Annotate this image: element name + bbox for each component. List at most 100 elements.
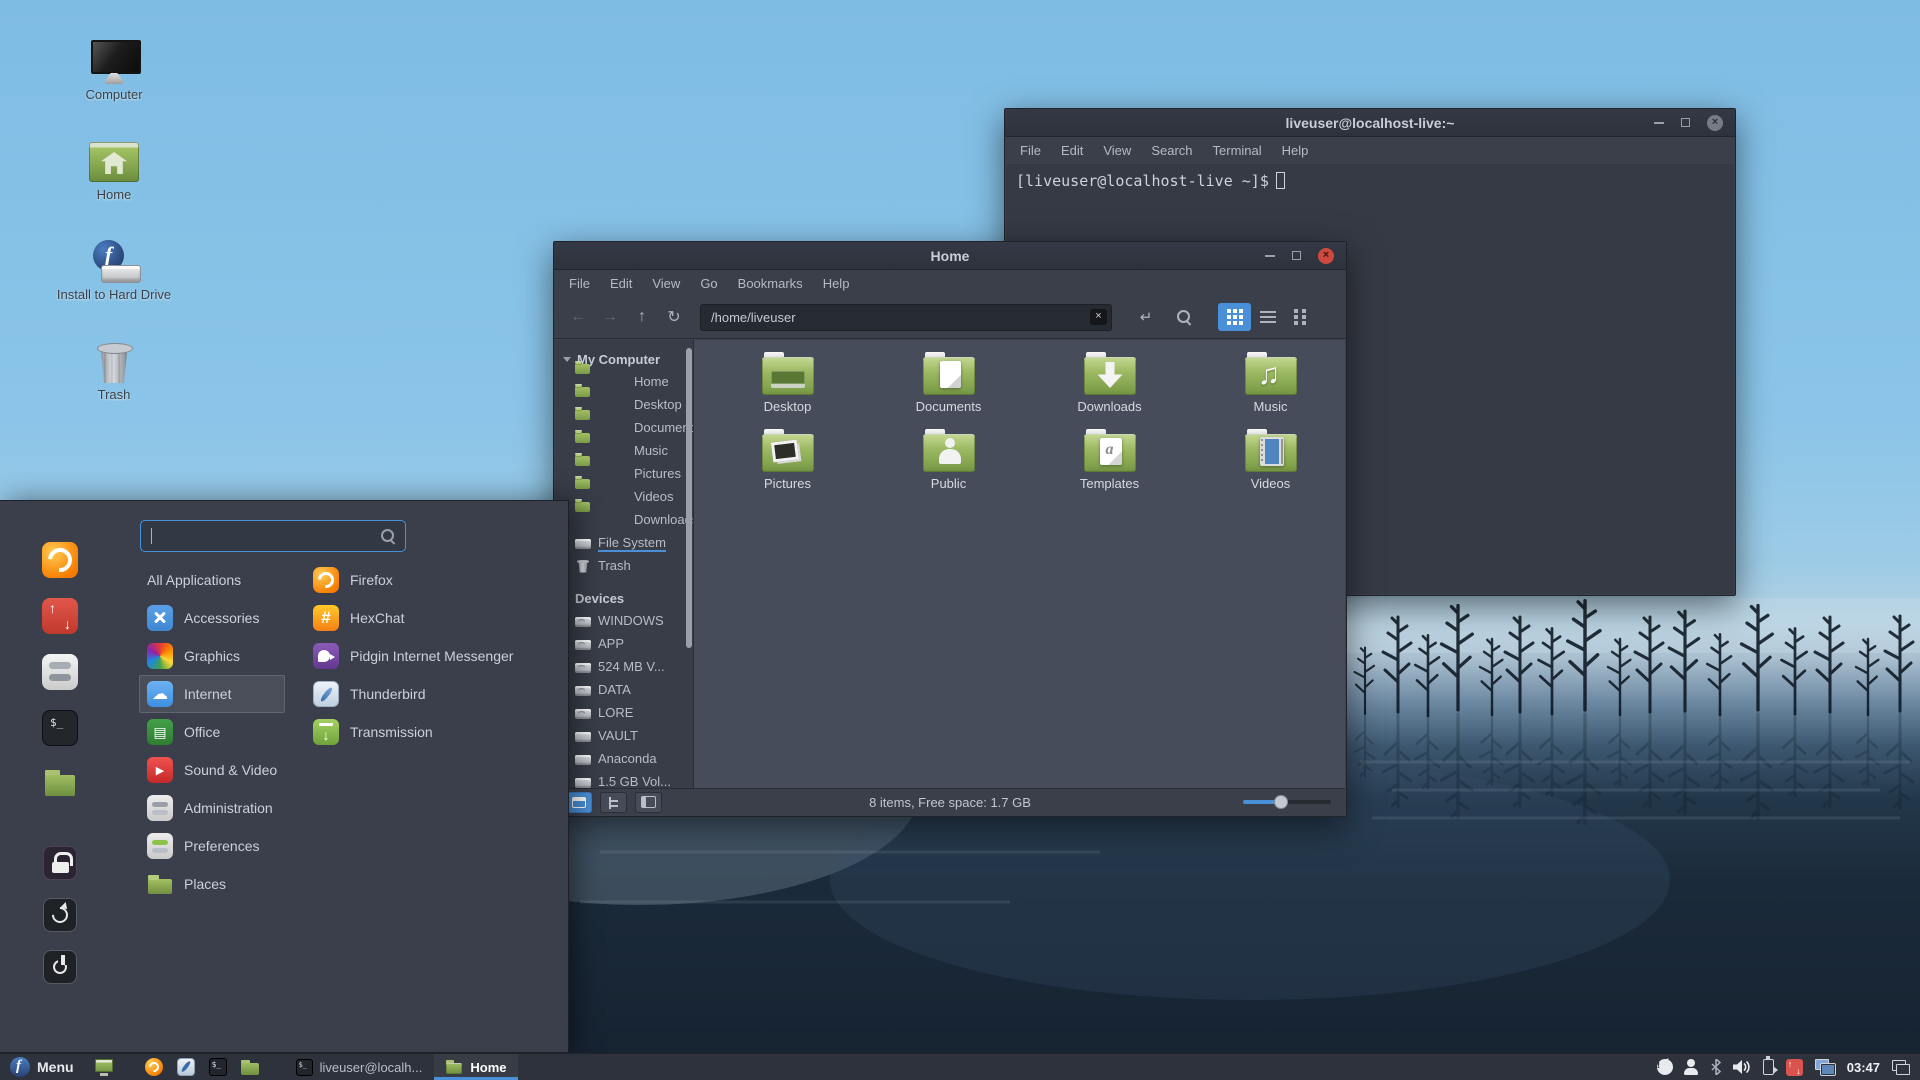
menu-app-item[interactable]: Thunderbird <box>313 675 553 713</box>
launcher-icon[interactable] <box>208 1057 228 1077</box>
minimize-button[interactable] <box>1265 254 1275 257</box>
clear-path-icon[interactable]: × <box>1090 308 1107 325</box>
menu-item[interactable]: File <box>560 274 599 293</box>
session-button-icon[interactable] <box>43 898 77 932</box>
taskbar-window-button[interactable]: Home <box>434 1054 519 1080</box>
view-mode-button[interactable] <box>1218 303 1251 331</box>
favorite-app-icon[interactable] <box>42 598 78 634</box>
desktop-icon[interactable]: Trash <box>44 340 184 402</box>
folder-item[interactable]: Music <box>1190 346 1351 423</box>
sidebar-item[interactable]: Trash <box>555 554 693 577</box>
zoom-slider-knob[interactable] <box>1274 795 1288 809</box>
close-button[interactable]: × <box>1707 114 1723 131</box>
desktop-icon[interactable]: Install to Hard Drive <box>44 240 184 302</box>
desktop-icon[interactable]: Home <box>44 140 184 202</box>
file-manager-titlebar[interactable]: Home × <box>554 242 1346 270</box>
menu-item[interactable]: View <box>643 274 689 293</box>
menu-item[interactable]: Terminal <box>1204 141 1271 160</box>
favorite-app-icon[interactable] <box>42 766 78 802</box>
nav-button[interactable] <box>660 303 688 331</box>
sidebar-scrollbar[interactable] <box>686 348 692 648</box>
menu-item[interactable]: Help <box>814 274 859 293</box>
sidebar-device-item[interactable]: WINDOWS <box>555 609 693 632</box>
sidebar-device-item[interactable]: APP <box>555 632 693 655</box>
menu-category[interactable]: Sound & Video <box>139 751 285 789</box>
nav-button[interactable] <box>596 303 624 331</box>
menu-app-item[interactable]: Firefox <box>313 561 553 599</box>
restore-button[interactable] <box>1292 251 1301 260</box>
restore-button[interactable] <box>1681 118 1690 127</box>
battery-icon[interactable] <box>1762 1056 1778 1075</box>
folder-item[interactable]: Documents <box>868 346 1029 423</box>
network-icon[interactable] <box>1814 1059 1835 1075</box>
view-mode-button[interactable] <box>1284 303 1317 331</box>
statusbar-toggle-button[interactable] <box>600 791 627 813</box>
menu-category[interactable]: All Applications <box>139 561 285 599</box>
menu-app-item[interactable]: HexChat <box>313 599 553 637</box>
nav-button[interactable] <box>564 303 592 331</box>
folder-item[interactable]: Pictures <box>707 423 868 500</box>
menu-category[interactable]: Accessories <box>139 599 285 637</box>
favorite-app-icon[interactable] <box>42 542 78 578</box>
sidebar-device-item[interactable]: LORE <box>555 701 693 724</box>
search-input[interactable] <box>140 520 406 552</box>
close-button[interactable]: × <box>1318 247 1334 264</box>
folder-item[interactable]: Public <box>868 423 1029 500</box>
menu-category[interactable]: Office <box>139 713 285 751</box>
menu-item[interactable]: Help <box>1273 141 1318 160</box>
menu-item[interactable]: View <box>1094 141 1140 160</box>
taskbar-window-button[interactable]: liveuser@localh... <box>284 1054 435 1080</box>
menu-item[interactable]: Bookmarks <box>729 274 812 293</box>
menu-category[interactable]: Administration <box>139 789 285 827</box>
sidebar-device-item[interactable]: Anaconda <box>555 747 693 770</box>
workspaces-icon[interactable] <box>1892 1059 1910 1075</box>
toggle-location-entry-icon[interactable] <box>1132 303 1160 331</box>
menu-item[interactable]: Search <box>1142 141 1201 160</box>
menu-category[interactable]: Internet <box>139 675 285 713</box>
folder-item[interactable]: Downloads <box>1029 346 1190 423</box>
sidebar-device-item[interactable]: DATA <box>555 678 693 701</box>
updates-icon[interactable] <box>1785 1058 1803 1076</box>
session-button-icon[interactable] <box>43 950 77 984</box>
menu-item[interactable]: Go <box>691 274 726 293</box>
notifications-icon[interactable]: ! 1 <box>1656 1057 1673 1075</box>
statusbar-toggle-button[interactable] <box>635 791 662 813</box>
terminal-titlebar[interactable]: liveuser@localhost-live:~ × <box>1005 109 1735 137</box>
menu-item[interactable]: File <box>1011 141 1050 160</box>
launcher-icon[interactable] <box>240 1057 260 1077</box>
search-icon[interactable] <box>1170 303 1198 331</box>
desktop-icon[interactable]: Computer <box>44 40 184 102</box>
launcher-icon[interactable] <box>176 1057 196 1077</box>
menu-app-item[interactable]: Transmission <box>313 713 553 751</box>
launcher-icon[interactable] <box>94 1057 114 1077</box>
folder-item[interactable]: Videos <box>1190 423 1351 500</box>
folder-item[interactable]: Templates <box>1029 423 1190 500</box>
minimize-button[interactable] <box>1654 121 1664 124</box>
view-mode-button[interactable] <box>1251 303 1284 331</box>
sidebar-device-item[interactable]: 1.5 GB Vol... <box>555 770 693 788</box>
menu-category[interactable]: Preferences <box>139 827 285 865</box>
user-icon[interactable] <box>1683 1059 1699 1075</box>
menu-item[interactable]: Edit <box>1052 141 1092 160</box>
sidebar-section-header[interactable]: Devices <box>555 587 693 609</box>
session-button-icon[interactable] <box>43 846 77 880</box>
sidebar-device-item[interactable]: VAULT <box>555 724 693 747</box>
menu-category[interactable]: Places <box>139 865 285 903</box>
launcher-icon[interactable] <box>144 1057 164 1077</box>
menu-app-item[interactable]: Pidgin Internet Messenger <box>313 637 553 675</box>
menu-category[interactable]: Graphics <box>139 637 285 675</box>
path-input[interactable] <box>700 303 1112 331</box>
file-list-area[interactable]: Desktop Documents Downloads Musi <box>694 340 1345 788</box>
favorite-app-icon[interactable] <box>42 710 78 746</box>
volume-icon[interactable] <box>1732 1060 1751 1074</box>
nav-button[interactable] <box>628 303 656 331</box>
sidebar-item[interactable]: Downloads <box>555 498 693 531</box>
statusbar-toggle-button[interactable] <box>565 791 592 813</box>
menu-button[interactable]: Menu <box>0 1054 84 1080</box>
bluetooth-icon[interactable] <box>1711 1059 1721 1075</box>
folder-item[interactable]: Desktop <box>707 346 868 423</box>
zoom-slider[interactable] <box>1243 795 1331 809</box>
clock[interactable]: 03:47 <box>1847 1060 1880 1075</box>
sidebar-device-item[interactable]: 524 MB V... <box>555 655 693 678</box>
favorite-app-icon[interactable] <box>42 654 78 690</box>
